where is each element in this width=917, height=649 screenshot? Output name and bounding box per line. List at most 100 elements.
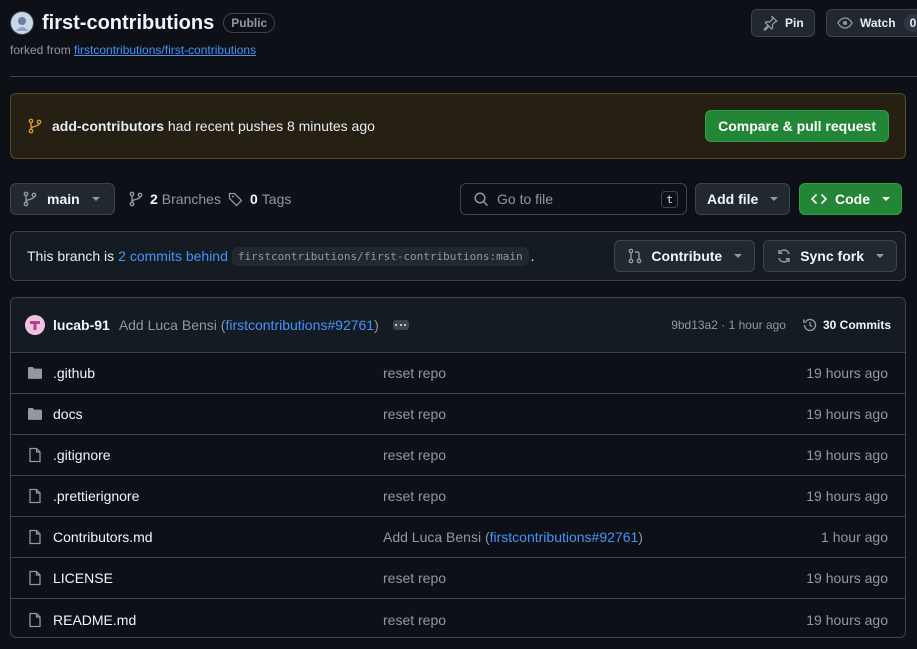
file-row[interactable]: README.md reset repo 19 hours ago	[11, 599, 905, 637]
sync-fork-button[interactable]: Sync fork	[763, 240, 897, 272]
file-commit-time: 19 hours ago	[806, 570, 888, 586]
code-icon	[811, 191, 827, 207]
branch-status-bar: This branch is 2 commits behind firstcon…	[10, 231, 906, 281]
file-commit-message[interactable]: reset repo	[383, 406, 806, 422]
file-name[interactable]: docs	[53, 406, 383, 422]
pin-button[interactable]: Pin	[751, 9, 815, 37]
shortcut-key: t	[661, 190, 678, 208]
commit-hash-time[interactable]: 9bd13a2 · 1 hour ago	[671, 318, 786, 332]
owner-avatar[interactable]	[10, 11, 34, 35]
commit-issue-link[interactable]: firstcontributions#92761	[490, 529, 639, 545]
file-icon	[27, 570, 43, 586]
code-label: Code	[835, 191, 870, 207]
file-icon	[27, 447, 43, 463]
branch-status-suffix: .	[530, 248, 535, 264]
file-row[interactable]: docs reset repo 19 hours ago	[11, 394, 905, 435]
chevron-down-icon	[876, 254, 884, 258]
tag-icon	[228, 191, 244, 207]
watch-label: Watch	[860, 16, 896, 30]
file-name[interactable]: Contributors.md	[53, 529, 383, 545]
file-commit-message[interactable]: reset repo	[383, 447, 806, 463]
add-file-label: Add file	[707, 191, 759, 207]
branches-label: Branches	[161, 191, 221, 207]
file-row[interactable]: LICENSE reset repo 19 hours ago	[11, 558, 905, 599]
branches-link[interactable]: 2 Branches	[128, 183, 221, 215]
branch-icon	[128, 191, 144, 207]
visibility-badge: Public	[223, 13, 276, 33]
forked-from-link[interactable]: firstcontributions/first-contributions	[74, 43, 256, 57]
latest-commit-bar: lucab-91 Add Luca Bensi (firstcontributi…	[11, 298, 905, 353]
chevron-down-icon	[770, 197, 779, 201]
repo-header: first-contributions Public	[10, 11, 276, 35]
file-commit-time: 19 hours ago	[806, 406, 888, 422]
commit-author-avatar[interactable]	[25, 315, 45, 335]
recent-push-branch[interactable]: add-contributors	[52, 118, 164, 134]
commits-history-link[interactable]: 30 Commits	[802, 317, 891, 333]
pin-icon	[762, 15, 778, 31]
file-name[interactable]: .gitignore	[53, 447, 383, 463]
chevron-down-icon	[882, 197, 890, 201]
tags-link[interactable]: 0 Tags	[228, 183, 291, 215]
file-row[interactable]: .gitignore reset repo 19 hours ago	[11, 435, 905, 476]
file-name[interactable]: .github	[53, 365, 383, 381]
commit-author[interactable]: lucab-91	[53, 317, 110, 333]
file-row[interactable]: .github reset repo 19 hours ago	[11, 353, 905, 394]
chevron-down-icon	[734, 254, 743, 258]
contribute-button[interactable]: Contribute	[614, 240, 756, 272]
recent-push-banner: add-contributors had recent pushes 8 min…	[10, 93, 906, 159]
history-icon	[802, 317, 818, 333]
file-commit-message[interactable]: Add Luca Bensi (firstcontributions#92761…	[383, 529, 821, 545]
compare-pull-request-button[interactable]: Compare & pull request	[705, 110, 889, 142]
folder-icon	[27, 406, 43, 422]
recent-push-message: had recent pushes 8 minutes ago	[167, 118, 375, 134]
go-to-file-input[interactable]: Go to file t	[460, 183, 687, 215]
file-commit-time: 19 hours ago	[806, 611, 888, 628]
file-commit-time: 1 hour ago	[821, 529, 888, 545]
forked-from-line: forked from firstcontributions/first-con…	[10, 43, 256, 57]
tags-label: Tags	[261, 191, 292, 207]
forked-from-prefix: forked from	[10, 43, 71, 57]
chevron-down-icon	[91, 197, 100, 201]
code-button[interactable]: Code	[799, 183, 902, 215]
header-divider	[10, 76, 917, 77]
repo-name[interactable]: first-contributions	[42, 12, 214, 35]
file-commit-message[interactable]: reset repo	[383, 612, 806, 628]
file-commit-message[interactable]: reset repo	[383, 570, 806, 586]
ellipsis-icon[interactable]	[392, 320, 409, 330]
add-file-button[interactable]: Add file	[695, 183, 791, 215]
pull-request-icon	[627, 248, 643, 264]
commit-message[interactable]: Add Luca Bensi (firstcontributions#92761…	[119, 317, 379, 333]
file-row[interactable]: Contributors.md Add Luca Bensi (firstcon…	[11, 517, 905, 558]
branch-name: main	[47, 191, 80, 207]
file-commit-time: 19 hours ago	[806, 365, 888, 381]
branch-status-prefix: This branch is	[27, 248, 115, 264]
folder-icon	[27, 365, 43, 381]
branch-selector[interactable]: main	[10, 183, 115, 215]
tags-count: 0	[250, 191, 258, 207]
commits-behind-link[interactable]: 2 commits behind	[118, 248, 228, 264]
file-name[interactable]: README.md	[53, 612, 383, 628]
upstream-ref: firstcontributions/first-contributions:m…	[231, 246, 529, 266]
file-icon	[27, 529, 43, 545]
file-icon	[27, 612, 43, 628]
file-browser: lucab-91 Add Luca Bensi (firstcontributi…	[10, 297, 906, 638]
sync-fork-label: Sync fork	[800, 248, 864, 264]
branches-count: 2	[150, 191, 158, 207]
commits-count: 30 Commits	[822, 318, 891, 332]
file-row[interactable]: .prettierignore reset repo 19 hours ago	[11, 476, 905, 517]
watch-count: 0	[903, 14, 917, 32]
sync-icon	[776, 248, 792, 264]
pin-label: Pin	[785, 16, 804, 30]
branch-icon	[27, 118, 43, 134]
eye-icon	[837, 15, 853, 31]
commit-issue-link[interactable]: firstcontributions#92761	[225, 317, 374, 333]
watch-button[interactable]: Watch 0	[826, 9, 917, 37]
search-icon	[473, 191, 489, 207]
contribute-label: Contribute	[651, 248, 723, 264]
file-name[interactable]: .prettierignore	[53, 488, 383, 504]
file-commit-message[interactable]: reset repo	[383, 365, 806, 381]
branch-icon	[22, 191, 38, 207]
file-commit-time: 19 hours ago	[806, 488, 888, 504]
file-name[interactable]: LICENSE	[53, 570, 383, 586]
file-commit-message[interactable]: reset repo	[383, 488, 806, 504]
